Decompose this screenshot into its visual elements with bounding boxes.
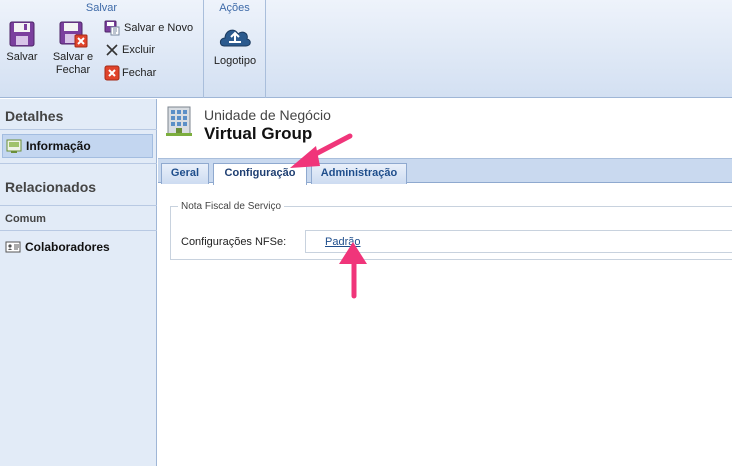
close-icon [104, 65, 120, 81]
main-content: Unidade de Negócio Virtual Group Geral C… [158, 99, 732, 466]
save-and-new-label: Salvar e Novo [124, 22, 194, 34]
save-close-label-line2: Fechar [55, 64, 91, 76]
sidebar-item-label: Colaboradores [25, 240, 110, 254]
delete-icon [106, 44, 118, 56]
ribbon-toolbar: Salvar Salvar Salvar e Fechar Salvar e N… [0, 0, 732, 98]
sidebar-item-informacao[interactable]: Informação [2, 134, 153, 158]
tab-strip: Geral Configuração Administração [158, 158, 732, 185]
save-and-close-button[interactable]: Salvar e Fechar [47, 20, 99, 77]
logo-button-label: Logotipo [213, 55, 257, 67]
nfse-config-link[interactable]: Padrão [325, 236, 360, 248]
nfse-config-field: Padrão [305, 230, 732, 253]
tab-geral[interactable]: Geral [161, 163, 209, 184]
sidebar: Detalhes Informação Relacionados Comum C… [0, 99, 157, 466]
section-legend: Nota Fiscal de Serviço [181, 201, 282, 212]
save-button[interactable]: Salvar [3, 20, 41, 64]
ribbon-group-acoes: Ações Logotipo [204, 0, 266, 98]
save-and-new-button[interactable]: Salvar e Novo [104, 19, 202, 37]
divider [0, 129, 157, 130]
building-icon [166, 106, 192, 136]
divider [0, 230, 157, 231]
page-title: Virtual Group [204, 124, 313, 143]
nfse-config-label: Configurações NFSe: [181, 236, 287, 248]
sidebar-subsection-comum: Comum [5, 213, 46, 225]
entity-type: Unidade de Negócio [204, 107, 331, 123]
save-button-label: Salvar [6, 51, 38, 63]
sidebar-item-colaboradores[interactable]: Colaboradores [2, 235, 153, 259]
ribbon-group-label: Salvar [85, 2, 118, 14]
sidebar-section-detalhes: Detalhes [5, 108, 64, 124]
save-close-icon [59, 21, 88, 48]
close-button[interactable]: Fechar [104, 64, 202, 82]
info-icon [6, 139, 22, 153]
ribbon-group-salvar: Salvar Salvar Salvar e Fechar Salvar e N… [0, 0, 204, 98]
logo-upload-icon [219, 29, 251, 47]
divider [0, 163, 157, 164]
save-icon [9, 21, 35, 47]
tab-configuracao[interactable]: Configuração [213, 163, 307, 185]
close-label: Fechar [122, 67, 157, 79]
tab-administracao[interactable]: Administração [311, 163, 407, 184]
sidebar-item-label: Informação [26, 139, 91, 153]
delete-button[interactable]: Excluir [104, 41, 202, 59]
sidebar-section-relacionados: Relacionados [5, 179, 97, 195]
nota-fiscal-section: Nota Fiscal de Serviço Configurações NFS… [170, 201, 732, 260]
delete-label: Excluir [122, 44, 156, 56]
save-new-icon [104, 20, 120, 36]
ribbon-group-label: Ações [219, 2, 250, 14]
contacts-icon [5, 241, 21, 253]
logo-button[interactable]: Logotipo [210, 20, 260, 68]
divider [0, 205, 157, 206]
save-close-label-line1: Salvar e [52, 51, 94, 63]
